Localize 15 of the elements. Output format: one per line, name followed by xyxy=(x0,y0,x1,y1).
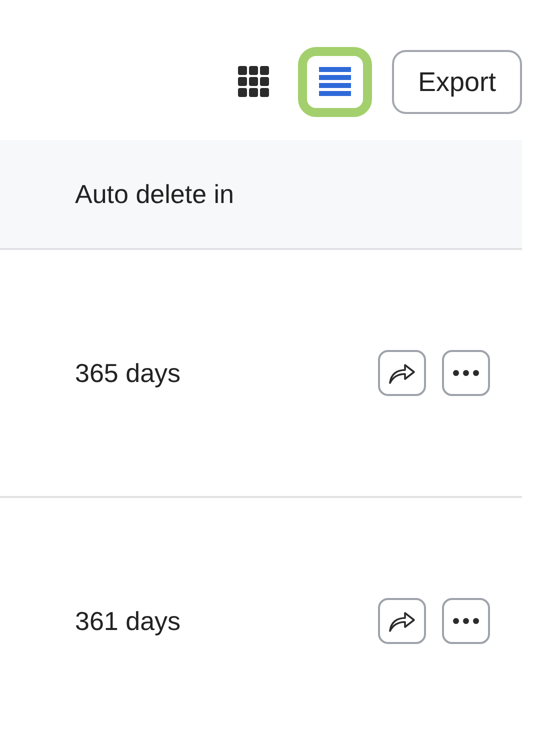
share-button[interactable] xyxy=(378,598,426,644)
table-cell-text: 365 days xyxy=(75,356,181,390)
more-icon xyxy=(453,618,479,624)
share-icon xyxy=(388,361,416,385)
share-button[interactable] xyxy=(378,350,426,396)
column-header: Auto delete in xyxy=(75,178,234,210)
table-cell-text: 361 days xyxy=(75,604,181,638)
more-button[interactable] xyxy=(442,350,490,396)
grid-icon xyxy=(238,66,270,98)
more-icon xyxy=(453,370,479,376)
list-icon xyxy=(318,67,351,97)
list-view-button[interactable] xyxy=(298,47,372,117)
more-button[interactable] xyxy=(442,598,490,644)
export-button[interactable]: Export xyxy=(392,50,522,114)
share-icon xyxy=(388,609,416,633)
